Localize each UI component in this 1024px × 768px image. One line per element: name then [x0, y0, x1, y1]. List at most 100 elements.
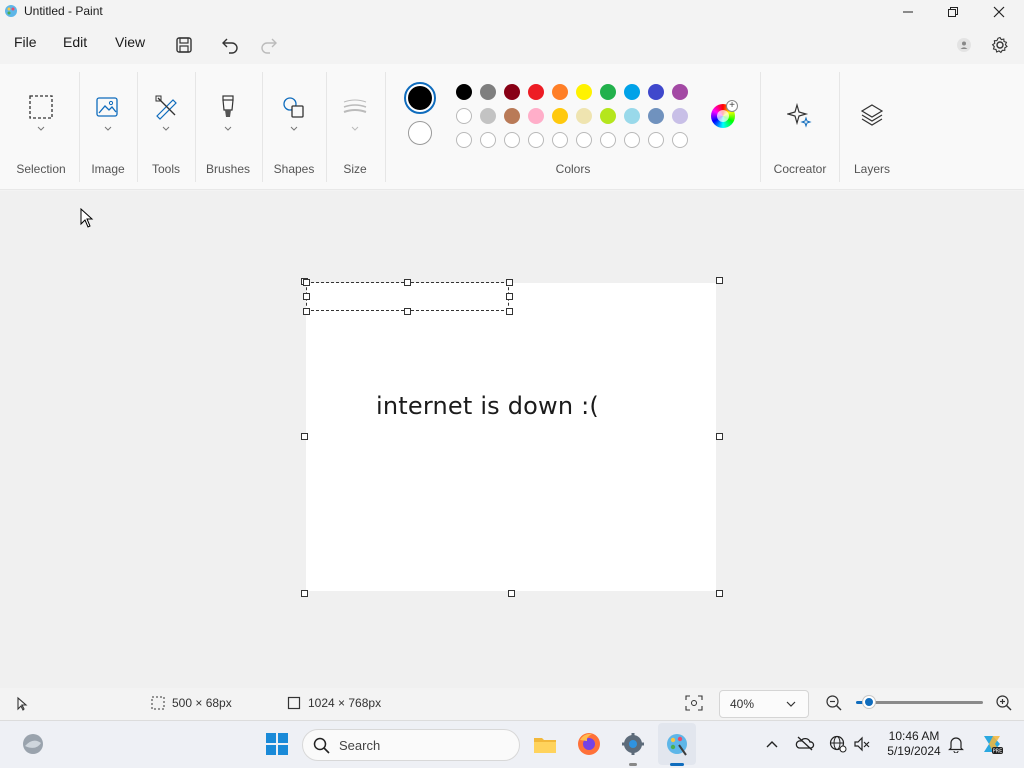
- redo-button[interactable]: [255, 32, 283, 58]
- custom-color-slot[interactable]: [456, 132, 472, 148]
- chevron-down-icon: [37, 126, 45, 131]
- image-label: Image: [91, 162, 125, 176]
- menu-view[interactable]: View: [115, 34, 145, 50]
- canvas-resize-handle[interactable]: [716, 433, 723, 440]
- color-swatch[interactable]: [552, 108, 568, 124]
- secondary-color-swatch[interactable]: [408, 121, 432, 145]
- menu-edit[interactable]: Edit: [63, 34, 87, 50]
- drawing-canvas[interactable]: [306, 283, 716, 591]
- zoom-dropdown[interactable]: 40%: [719, 690, 809, 718]
- fit-to-window-icon[interactable]: [685, 695, 703, 711]
- color-swatch[interactable]: [576, 84, 592, 100]
- shapes-group[interactable]: Shapes: [265, 64, 323, 190]
- title-bar: Untitled - Paint: [0, 0, 1024, 24]
- color-swatch[interactable]: [456, 108, 472, 124]
- image-group[interactable]: Image: [82, 64, 134, 190]
- color-swatch[interactable]: [672, 84, 688, 100]
- file-explorer-icon[interactable]: [532, 731, 558, 757]
- ribbon-divider: [195, 72, 196, 182]
- selection-handle[interactable]: [404, 308, 411, 315]
- undo-button[interactable]: [216, 32, 244, 58]
- primary-color-swatch[interactable]: [404, 82, 436, 114]
- settings-app-icon[interactable]: [620, 731, 646, 757]
- color-swatch[interactable]: [456, 84, 472, 100]
- brushes-group[interactable]: Brushes: [198, 64, 258, 190]
- close-button[interactable]: [976, 0, 1022, 24]
- color-swatch[interactable]: [600, 84, 616, 100]
- color-swatch[interactable]: [576, 108, 592, 124]
- widgets-icon[interactable]: [20, 731, 46, 757]
- canvas-resize-handle[interactable]: [301, 590, 308, 597]
- selection-handle[interactable]: [404, 279, 411, 286]
- custom-color-slot[interactable]: [480, 132, 496, 148]
- custom-color-slot[interactable]: [576, 132, 592, 148]
- selection-rectangle[interactable]: [306, 282, 509, 311]
- running-indicator: [629, 763, 637, 766]
- settings-button[interactable]: [986, 32, 1014, 58]
- ribbon: Selection Image Tools Brushes Shapes Siz…: [0, 64, 1024, 190]
- selection-handle[interactable]: [303, 308, 310, 315]
- svg-text:PRE: PRE: [993, 749, 1003, 755]
- canvas-resize-handle[interactable]: [508, 590, 515, 597]
- selection-size-icon: [151, 696, 165, 710]
- account-button[interactable]: [950, 32, 978, 58]
- network-globe-icon[interactable]: [829, 735, 847, 753]
- canvas-resize-handle[interactable]: [716, 277, 723, 284]
- tools-group[interactable]: Tools: [140, 64, 192, 190]
- color-swatch[interactable]: [504, 84, 520, 100]
- save-button[interactable]: [170, 32, 198, 58]
- active-indicator: [670, 763, 684, 766]
- custom-color-slot[interactable]: [624, 132, 640, 148]
- color-swatch[interactable]: [648, 108, 664, 124]
- canvas-resize-handle[interactable]: [716, 590, 723, 597]
- firefox-icon[interactable]: [576, 731, 602, 757]
- zoom-slider-thumb[interactable]: [863, 696, 875, 708]
- clock-time: 10:46 AM: [888, 729, 940, 743]
- color-swatch[interactable]: [528, 84, 544, 100]
- selection-handle[interactable]: [303, 279, 310, 286]
- cocreator-group[interactable]: Cocreator: [764, 64, 836, 190]
- undo-icon: [222, 38, 238, 54]
- mouse-cursor-icon: [80, 208, 94, 228]
- save-icon: [176, 37, 192, 53]
- taskbar-search[interactable]: Search: [302, 729, 520, 761]
- size-group[interactable]: Size: [330, 64, 380, 190]
- minimize-button[interactable]: [885, 0, 931, 24]
- color-swatch[interactable]: [672, 108, 688, 124]
- color-swatch[interactable]: [648, 84, 664, 100]
- zoom-out-icon[interactable]: [825, 694, 843, 712]
- selection-handle[interactable]: [506, 279, 513, 286]
- zoom-in-icon[interactable]: [995, 694, 1013, 712]
- selection-handle[interactable]: [506, 293, 513, 300]
- color-swatch[interactable]: [624, 84, 640, 100]
- canvas-resize-handle[interactable]: [301, 433, 308, 440]
- color-swatch[interactable]: [528, 108, 544, 124]
- custom-color-slot[interactable]: [648, 132, 664, 148]
- color-swatch[interactable]: [552, 84, 568, 100]
- layers-icon: [860, 104, 884, 126]
- copilot-icon[interactable]: PRE: [980, 732, 1004, 756]
- chevron-up-icon[interactable]: [766, 739, 778, 749]
- speaker-muted-icon[interactable]: [853, 735, 871, 753]
- windows-start-icon[interactable]: [264, 731, 290, 757]
- selection-handle[interactable]: [506, 308, 513, 315]
- color-swatch[interactable]: [480, 84, 496, 100]
- selection-group[interactable]: Selection: [8, 64, 74, 190]
- color-swatch[interactable]: [480, 108, 496, 124]
- taskbar-clock[interactable]: 10:46 AM 5/19/2024: [882, 729, 946, 759]
- color-swatch[interactable]: [600, 108, 616, 124]
- onedrive-offline-icon[interactable]: [795, 735, 815, 751]
- custom-color-slot[interactable]: [600, 132, 616, 148]
- custom-color-slot[interactable]: [528, 132, 544, 148]
- layers-group[interactable]: Layers: [842, 64, 902, 190]
- zoom-slider-track[interactable]: [870, 701, 983, 704]
- color-swatch[interactable]: [504, 108, 520, 124]
- custom-color-slot[interactable]: [672, 132, 688, 148]
- color-swatch[interactable]: [624, 108, 640, 124]
- restore-button[interactable]: [930, 0, 976, 24]
- custom-color-slot[interactable]: [552, 132, 568, 148]
- custom-color-slot[interactable]: [504, 132, 520, 148]
- notification-bell-icon[interactable]: [948, 735, 964, 753]
- menu-file[interactable]: File: [14, 34, 37, 50]
- selection-handle[interactable]: [303, 293, 310, 300]
